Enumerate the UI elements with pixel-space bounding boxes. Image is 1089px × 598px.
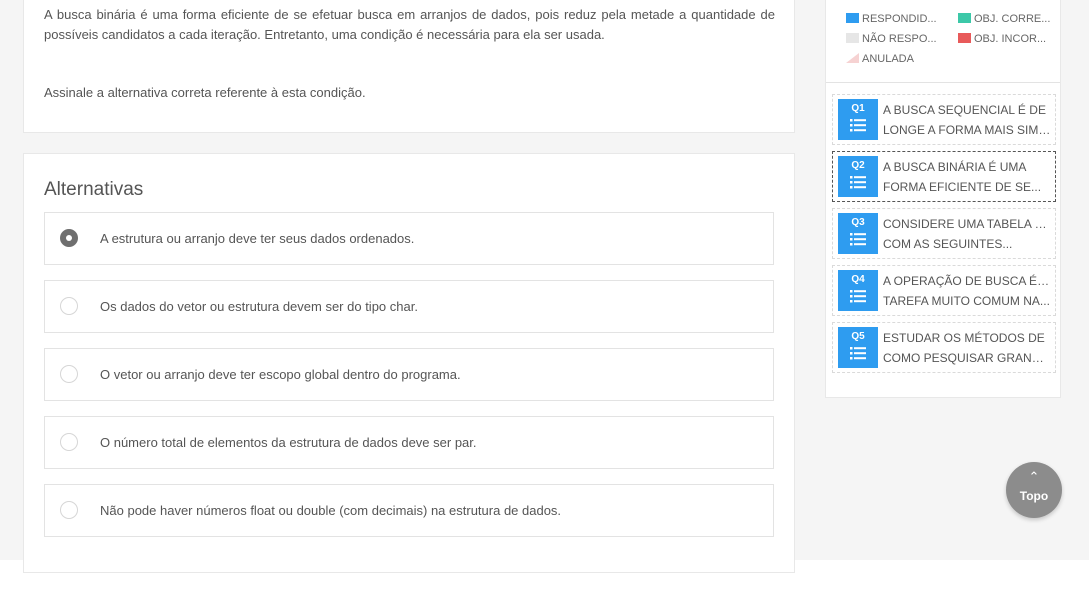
radio-icon[interactable] (60, 501, 78, 519)
back-to-top-label: Topo (1019, 489, 1049, 503)
radio-icon[interactable] (60, 433, 78, 451)
question-preview: A BUSCA BINÁRIA É UMA FORMA EFICIENTE DE … (883, 160, 1042, 194)
question-card: A busca binária é uma forma eficiente de… (23, 0, 795, 133)
alternative-option-e[interactable]: Não pode haver números float ou double (… (44, 484, 774, 537)
question-preview: CONSIDERE UMA TABELA HASH COM AS SEGUINTE… (883, 217, 1051, 251)
legend-swatch (846, 33, 859, 43)
question-instruction: Assinale a alternativa correta referente… (44, 85, 366, 100)
legend-item-answered: RESPONDID... (846, 13, 937, 25)
question-badge: Q5 (838, 327, 878, 368)
question-number: Q3 (851, 217, 865, 228)
alternative-option-a[interactable]: A estrutura ou arranjo deve ter seus dad… (44, 212, 774, 265)
question-badge: Q4 (838, 270, 878, 311)
question-nav-item-q4[interactable]: Q4 A OPERAÇÃO DE BUSCA É UMA TAREFA MUITO… (832, 265, 1056, 316)
legend-item-correct: OBJ. CORRE... (958, 13, 1050, 25)
radio-icon[interactable] (60, 297, 78, 315)
alternative-label: Não pode haver números float ou double (… (100, 503, 562, 518)
alternative-option-d[interactable]: O número total de elementos da estrutura… (44, 416, 774, 469)
question-badge: Q1 (838, 99, 878, 140)
question-navigation-sidebar: RESPONDID... OBJ. CORRE... NÃO RESPO... … (825, 0, 1061, 398)
alternatives-title: Alternativas (44, 179, 144, 200)
list-icon (850, 233, 866, 246)
back-to-top-button[interactable]: ⌃ Topo (1006, 462, 1062, 518)
question-badge: Q3 (838, 213, 878, 254)
question-number: Q1 (851, 103, 865, 114)
list-icon (850, 347, 866, 360)
question-nav-item-q2[interactable]: Q2 A BUSCA BINÁRIA É UMA FORMA EFICIENTE … (832, 151, 1056, 202)
list-icon (850, 176, 866, 189)
legend-swatch (846, 53, 859, 63)
legend-item-unanswered: NÃO RESPO... (846, 33, 937, 45)
legend-swatch (846, 13, 859, 23)
question-preview: A OPERAÇÃO DE BUSCA É UMA TAREFA MUITO CO… (883, 274, 1051, 308)
alternative-label: O vetor ou arranjo deve ter escopo globa… (100, 367, 461, 382)
legend-swatch (958, 13, 971, 23)
radio-icon[interactable] (60, 365, 78, 383)
question-nav-item-q3[interactable]: Q3 CONSIDERE UMA TABELA HASH COM AS SEGUI… (832, 208, 1056, 259)
alternative-label: A estrutura ou arranjo deve ter seus dad… (100, 231, 415, 246)
alternative-option-b[interactable]: Os dados do vetor ou estrutura devem ser… (44, 280, 774, 333)
legend-swatch (958, 33, 971, 43)
question-preview: A BUSCA SEQUENCIAL É DE LONGE A FORMA MAI… (883, 103, 1051, 137)
list-icon (850, 119, 866, 132)
question-number: Q5 (851, 331, 865, 342)
question-nav-item-q1[interactable]: Q1 A BUSCA SEQUENCIAL É DE LONGE A FORMA … (832, 94, 1056, 145)
question-text: A busca binária é uma forma eficiente de… (44, 7, 775, 42)
question-number: Q4 (851, 274, 865, 285)
legend-item-incorrect: OBJ. INCOR... (958, 33, 1046, 45)
chevron-up-icon: ⌃ (1028, 469, 1040, 484)
divider (826, 82, 1060, 83)
alternative-label: O número total de elementos da estrutura… (100, 435, 477, 450)
question-number: Q2 (851, 160, 865, 171)
question-badge: Q2 (838, 156, 878, 197)
alternative-option-c[interactable]: O vetor ou arranjo deve ter escopo globa… (44, 348, 774, 401)
legend-item-annulled: ANULADA (846, 53, 914, 65)
alternatives-card: Alternativas A estrutura ou arranjo deve… (23, 153, 795, 573)
list-icon (850, 290, 866, 303)
alternative-label: Os dados do vetor ou estrutura devem ser… (100, 299, 418, 314)
question-nav-item-q5[interactable]: Q5 ESTUDAR OS MÉTODOS DE COMO PESQUISAR G… (832, 322, 1056, 373)
radio-selected-icon[interactable] (60, 229, 78, 247)
question-preview: ESTUDAR OS MÉTODOS DE COMO PESQUISAR GRAN… (883, 331, 1051, 365)
